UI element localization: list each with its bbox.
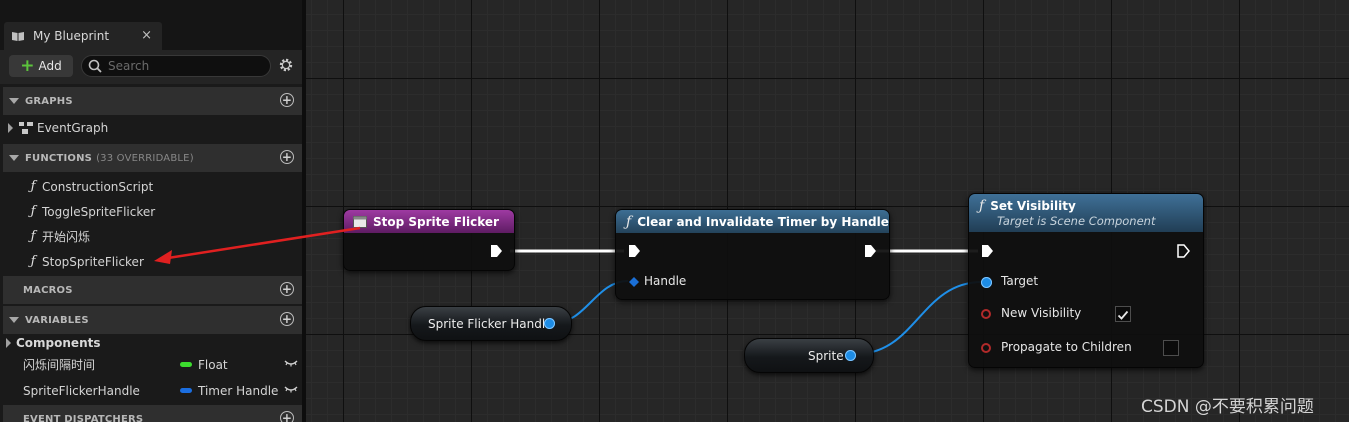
node-get-sprite[interactable]: Sprite [744,338,874,373]
object-output-pin-icon[interactable] [845,350,856,361]
node-set-visibility[interactable]: ƒ Set Visibility Target is Scene Compone… [968,193,1204,368]
add-button[interactable]: + Add [9,55,73,77]
node-title: Set Visibility [990,199,1076,213]
object-pin-icon[interactable] [981,277,992,288]
search-icon [88,59,102,73]
function-item[interactable]: ƒ ToggleSpriteFlicker [0,199,302,224]
graph-canvas[interactable]: Stop Sprite Flicker ƒ Clear and Invalida… [306,0,1349,422]
variable-node-label: Sprite Flicker Handle [428,316,553,331]
construction-function-icon: ƒ [30,179,36,194]
variable-item[interactable]: SpriteFlickerHandle Timer Handle [0,378,302,403]
section-graphs[interactable]: GRAPHS + [3,87,302,115]
variable-name: SpriteFlickerHandle [23,383,140,398]
function-item[interactable]: ƒ StopSpriteFlicker [0,249,302,274]
add-variable-icon[interactable]: + [280,312,294,326]
collapse-arrow-icon [8,122,13,133]
pin-label-target: Target [1001,274,1039,288]
expand-triangle-icon [9,317,19,323]
function-icon: ƒ [30,229,36,244]
node-header: ƒ Set Visibility Target is Scene Compone… [969,194,1203,232]
book-icon [12,31,24,41]
search-box[interactable] [81,55,271,77]
add-label: Add [38,59,62,73]
node-clear-invalidate-timer[interactable]: ƒ Clear and Invalidate Timer by Handle H… [615,209,890,300]
variable-name: 闪烁间隔时间 [23,358,96,372]
section-title: GRAPHS [25,95,73,107]
bool-pin-icon[interactable] [981,309,991,319]
node-header: Stop Sprite Flicker [344,210,514,233]
node-get-sprite-flicker-handle[interactable]: Sprite Flicker Handle [410,306,572,341]
gear-icon[interactable] [278,57,294,73]
function-icon: ƒ [30,204,36,219]
checkmark-icon [1117,310,1129,320]
function-label: ConstructionScript [42,179,154,194]
pin-label-handle: Handle [644,274,687,288]
custom-event-icon [353,215,367,228]
variable-type[interactable]: Timer Handle [180,384,278,398]
visibility-eye-icon[interactable] [284,358,298,368]
section-title: EVENT DISPATCHERS [23,413,144,422]
exec-output-pin-icon[interactable] [863,244,877,258]
variable-node-label: Sprite [808,348,844,363]
category-label: Components [16,335,101,350]
graph-icon [19,121,33,134]
struct-pin-icon[interactable] [629,277,639,287]
node-header: ƒ Clear and Invalidate Timer by Handle [616,210,889,233]
function-label: 开始闪烁 [42,230,91,244]
expand-triangle-icon [9,98,19,104]
exec-input-pin-icon[interactable] [980,244,994,258]
section-title: MACROS [23,284,73,296]
function-item[interactable]: ƒ 开始闪烁 [0,224,302,249]
tab-title: My Blueprint [33,29,110,43]
new-visibility-checkbox[interactable] [1115,306,1131,322]
add-function-icon[interactable]: + [280,150,294,164]
exec-output-pin-icon[interactable] [489,244,503,258]
expand-triangle-icon [9,155,19,161]
tab-my-blueprint[interactable]: My Blueprint × [4,22,162,50]
graph-item-eventgraph[interactable]: EventGraph [0,115,302,140]
node-title: Stop Sprite Flicker [373,214,499,229]
function-label: StopSpriteFlicker [42,254,144,269]
float-type-pill-icon [180,362,192,367]
section-title: FUNCTIONS [25,152,93,164]
variable-item[interactable]: 闪烁间隔时间 Float [0,352,302,377]
watermark-text: CSDN @不要积累问题 [1141,397,1314,417]
add-dispatcher-icon[interactable]: + [280,411,294,422]
graph-item-label: EventGraph [37,120,109,135]
function-icon: ƒ [626,213,632,230]
pin-label-propagate: Propagate to Children [1001,340,1132,354]
node-subtitle: Target is Scene Component [997,214,1156,228]
node-stop-sprite-flicker[interactable]: Stop Sprite Flicker [343,209,515,271]
add-graph-icon[interactable]: + [280,93,294,107]
section-macros[interactable]: MACROS + [3,276,302,304]
bool-pin-icon[interactable] [981,343,991,353]
struct-type-pill-icon [180,388,192,393]
exec-input-pin-icon[interactable] [627,244,641,258]
function-icon: ƒ [979,198,985,214]
section-event-dispatchers[interactable]: EVENT DISPATCHERS + [3,405,302,422]
variable-type-label: Timer Handle [198,383,279,398]
exec-output-pin-icon[interactable] [1176,244,1190,258]
search-input[interactable] [108,59,258,73]
section-functions[interactable]: FUNCTIONS (33 OVERRIDABLE) + [3,144,302,172]
node-title: Clear and Invalidate Timer by Handle [637,214,889,229]
function-icon: ƒ [30,254,36,269]
section-subtitle: (33 OVERRIDABLE) [96,152,194,164]
struct-output-pin-icon[interactable] [544,318,555,329]
variable-type[interactable]: Float [180,358,228,372]
variable-type-label: Float [198,357,228,372]
function-label: ToggleSpriteFlicker [42,204,156,219]
close-icon[interactable]: × [141,28,152,43]
add-macro-icon[interactable]: + [280,282,294,296]
collapse-arrow-icon [6,337,11,348]
plus-icon: + [20,55,35,76]
pin-label-new-visibility: New Visibility [1001,306,1082,320]
function-item[interactable]: ƒ ConstructionScript [0,174,302,199]
propagate-checkbox[interactable] [1163,340,1179,356]
section-title: VARIABLES [25,314,89,326]
my-blueprint-panel: My Blueprint × + Add GRAPHS + EventGraph… [0,0,304,422]
visibility-eye-icon[interactable] [284,384,298,394]
